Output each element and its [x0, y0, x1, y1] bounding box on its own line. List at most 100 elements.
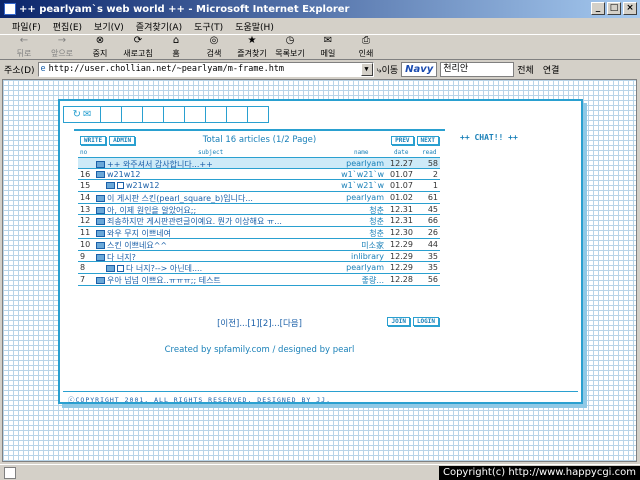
- refresh-button[interactable]: ⟳ 새로고침: [120, 35, 156, 59]
- tab-2[interactable]: [100, 106, 122, 123]
- address-dropdown[interactable]: ▼: [360, 62, 373, 76]
- document-icon: [106, 182, 115, 190]
- maximize-button[interactable]: □: [607, 2, 621, 15]
- row-subject[interactable]: 죄송하지만 게시판관련글이예요. 뭔가 이상해요 ㅠ...: [96, 216, 282, 227]
- go-button[interactable]: ⤷이동: [377, 63, 399, 76]
- row-subject[interactable]: 스킨 이쁘네요^^: [96, 240, 167, 251]
- prev-button[interactable]: PREV: [391, 136, 414, 145]
- admin-button[interactable]: ADMIN: [109, 136, 136, 145]
- table-row[interactable]: 11 와우 무지 이쁘네여 청춘 12.30 26: [78, 227, 440, 239]
- table-row[interactable]: 7 우아 넘넘 이쁘요..ㅠㅠㅠ;; 테스트 좋량... 12.28 56: [78, 274, 440, 286]
- tab-4[interactable]: [142, 106, 164, 123]
- table-row[interactable]: 14 이 게시판 스킨(pearl_square_b)입니다... pearlyam…: [78, 192, 440, 204]
- row-name[interactable]: 좋량...: [318, 275, 384, 286]
- table-row[interactable]: 12 죄송하지만 게시판관련글이예요. 뭔가 이상해요 ㅠ... 청춘 12.31 66: [78, 215, 440, 228]
- page-links[interactable]: [이전]...[1][2]...[다음]: [80, 317, 439, 329]
- navy-logo: Navy: [401, 61, 438, 77]
- menu-help[interactable]: 도움말(H): [235, 20, 274, 33]
- row-subject[interactable]: w21w12: [106, 181, 159, 190]
- menu-tools[interactable]: 도구(T): [194, 20, 223, 33]
- row-date: 12.28: [390, 274, 413, 284]
- back-button[interactable]: ← 뒤로: [6, 35, 42, 59]
- row-date: 12.27: [390, 159, 413, 168]
- row-subject[interactable]: 와우 무지 이쁘네여: [96, 228, 171, 239]
- row-name[interactable]: pearlyam: [318, 193, 384, 202]
- table-row[interactable]: 16 w21w12 w1`w21`w 01.07 2: [78, 169, 440, 181]
- row-subject[interactable]: w21w12: [96, 170, 140, 179]
- row-name[interactable]: w1`w21`w: [318, 170, 384, 179]
- portal-search-input[interactable]: 천리안: [440, 61, 515, 77]
- row-number: 14: [80, 193, 91, 203]
- row-subject[interactable]: 이 게시판 스킨(pearl_square_b)입니다...: [96, 193, 253, 204]
- document-icon: [96, 276, 105, 284]
- write-button[interactable]: WRITE: [80, 136, 107, 145]
- board-header: Total 16 articles (1/2 Page) WRITE ADMIN…: [80, 135, 439, 147]
- join-button[interactable]: JOIN: [387, 317, 410, 326]
- home-button[interactable]: ⌂ 홈: [158, 35, 194, 59]
- table-row[interactable]: 8 다 너지?--> 아닌데.... pearlyam 12.29 35: [78, 262, 440, 274]
- menu-view[interactable]: 보기(V): [94, 20, 124, 33]
- table-row[interactable]: 9 다 너지? inlibrary 12.29 35: [78, 251, 440, 263]
- main-frame: ↻ ✉ Total 16 articles (1/2 Page) WRITE AD…: [58, 99, 583, 404]
- table-row[interactable]: 15 w21w12 w1`w21`w 01.07 1: [78, 180, 440, 193]
- row-subject[interactable]: 우아 넘넘 이쁘요..ㅠㅠㅠ;; 테스트: [96, 275, 221, 286]
- subject-text: 스킨 이쁘네요^^: [107, 240, 168, 250]
- mail-button[interactable]: ✉ 메일: [310, 35, 346, 59]
- favorites-icon: ★: [247, 35, 257, 46]
- table-row[interactable]: ++ 와주셔서 감사합니다...++ pearlyam 12.27 58: [78, 157, 440, 169]
- row-date: 12.29: [390, 263, 413, 273]
- row-subject[interactable]: 다 너지?--> 아닌데....: [106, 263, 202, 274]
- history-button[interactable]: ◷ 목록보기: [272, 35, 308, 59]
- row-name[interactable]: w1`w21`w: [318, 181, 384, 190]
- row-name[interactable]: 미소家: [318, 240, 384, 251]
- menu-favorites[interactable]: 즐겨찾기(A): [136, 20, 182, 33]
- tab-home[interactable]: ↻ ✉: [63, 106, 101, 123]
- document-icon: [96, 195, 105, 203]
- tab-7[interactable]: [205, 106, 227, 123]
- row-name[interactable]: pearlyam: [318, 159, 384, 168]
- print-button[interactable]: ⎙ 인쇄: [348, 35, 384, 59]
- tab-9[interactable]: [247, 106, 269, 123]
- row-name[interactable]: inlibrary: [318, 252, 384, 261]
- search-button[interactable]: ◎ 검색: [196, 35, 232, 59]
- tab-6[interactable]: [184, 106, 206, 123]
- menu-edit[interactable]: 편집(E): [53, 20, 82, 33]
- close-button[interactable]: ×: [623, 2, 637, 15]
- row-name[interactable]: 청춘: [318, 205, 384, 216]
- row-name[interactable]: 청춘: [318, 216, 384, 227]
- article-list: ++ 와주셔서 감사합니다...++ pearlyam 12.27 58 16 w21w1…: [78, 157, 440, 286]
- next-button[interactable]: NEXT: [416, 136, 439, 145]
- col-date: date: [394, 149, 409, 156]
- row-number: 7: [80, 274, 86, 284]
- login-button[interactable]: LOGIN: [412, 317, 439, 326]
- row-read: 35: [427, 263, 438, 273]
- reply-icon: [117, 265, 124, 273]
- tab-5[interactable]: [163, 106, 185, 123]
- favorites-button[interactable]: ★ 즐겨찾기: [234, 35, 270, 59]
- row-date: 01.02: [390, 193, 413, 203]
- chat-link[interactable]: ++ CHAT!! ++: [460, 133, 518, 142]
- row-number: 16: [80, 169, 91, 179]
- tab-8[interactable]: [226, 106, 248, 123]
- forward-arrow-icon: →: [57, 35, 67, 46]
- row-number: 10: [80, 239, 91, 249]
- col-name: name: [354, 149, 369, 156]
- forward-button[interactable]: → 앞으로: [44, 35, 80, 59]
- row-number: 12: [80, 216, 91, 226]
- search-scope[interactable]: 전체: [517, 63, 534, 76]
- address-input[interactable]: e http://user.chollian.net/~pearlyam/m-f…: [37, 61, 374, 77]
- links-label[interactable]: 연결: [543, 63, 560, 76]
- row-name[interactable]: 청춘: [318, 228, 384, 239]
- row-number: 9: [80, 251, 86, 261]
- minimize-button[interactable]: _: [591, 2, 605, 15]
- menu-file[interactable]: 파일(F): [12, 20, 41, 33]
- table-row[interactable]: 13 아, 이제 원인을 알았어요;; 청춘 12.31 45: [78, 204, 440, 216]
- document-icon: [96, 253, 105, 261]
- row-subject[interactable]: 다 너지?: [96, 252, 136, 263]
- row-subject[interactable]: 아, 이제 원인을 알았어요;;: [96, 205, 196, 216]
- subject-text: w21w12: [126, 181, 160, 191]
- stop-button[interactable]: ⊗ 중지: [82, 35, 118, 59]
- table-row[interactable]: 10 스킨 이쁘네요^^ 미소家 12.29 44: [78, 239, 440, 251]
- tab-3[interactable]: [121, 106, 143, 123]
- row-name[interactable]: pearlyam: [318, 263, 384, 272]
